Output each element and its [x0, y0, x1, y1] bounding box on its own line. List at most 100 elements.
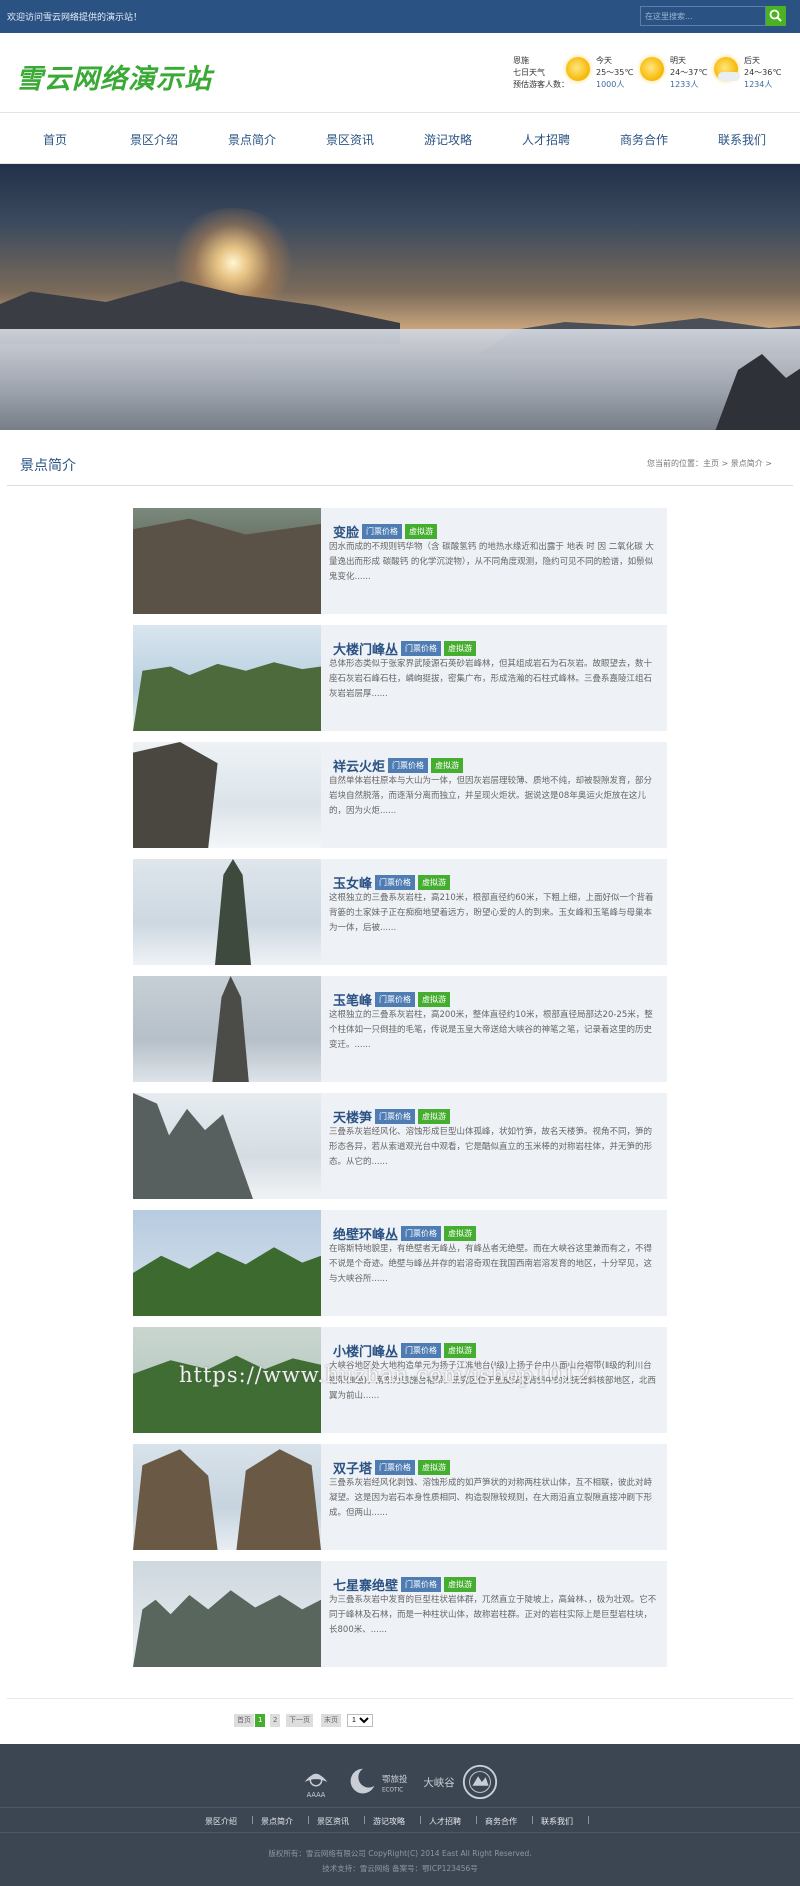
ticket-price-button[interactable]: 门票价格 [362, 524, 403, 539]
virtual-tour-button[interactable]: 虚拟游 [405, 524, 438, 539]
spot-name-dalou-gate[interactable]: 大楼门峰丛 [333, 643, 398, 658]
footer-link-travel-guide[interactable]: 游记攻略 [373, 1816, 405, 1827]
virtual-tour-button[interactable]: 虚拟游 [418, 1109, 451, 1124]
sun-icon [566, 57, 590, 81]
spot-name-twin-towers[interactable]: 双子塔 [333, 1462, 372, 1477]
ecotic-logo: 鄂旅投 ECOTIC [350, 1768, 408, 1794]
nav-item-spots[interactable]: 景点简介 [228, 131, 276, 148]
virtual-tour-button[interactable]: 虚拟游 [444, 1343, 477, 1358]
list-item[interactable]: 变脸 门票价格 虚拟游因水而成的不规则钙华物（含 碳酸氢钙 的地热水缘近和出露于 地… [133, 508, 667, 614]
ticket-price-button[interactable]: 门票价格 [375, 992, 416, 1007]
spot-name-yubi-peak[interactable]: 玉笔峰 [333, 994, 372, 1009]
nav-item-scenic-intro[interactable]: 景区介绍 [130, 131, 178, 148]
nav-item-contact[interactable]: 联系我们 [718, 131, 766, 148]
aaaa-text: AAAA [307, 1791, 326, 1799]
spot-description: 三叠系灰岩经风化剥蚀、溶蚀形成的如芦笋状的对称两柱状山体，互不相联，彼此对峙凝望… [329, 1478, 653, 1518]
page-2[interactable]: 2 [270, 1714, 281, 1727]
page-first[interactable]: 首页 [234, 1714, 254, 1727]
spot-photo[interactable] [133, 859, 321, 965]
spot-photo[interactable] [133, 1210, 321, 1316]
footer-link-contact[interactable]: 联系我们 [541, 1816, 573, 1827]
virtual-tour-button[interactable]: 虚拟游 [444, 1577, 477, 1592]
virtual-tour-button[interactable]: 虚拟游 [418, 1460, 451, 1475]
page-select[interactable]: 1 [347, 1714, 373, 1727]
virtual-tour-button[interactable]: 虚拟游 [418, 875, 451, 890]
ticket-price-button[interactable]: 门票价格 [375, 1109, 416, 1124]
spot-photo[interactable] [133, 1444, 321, 1550]
spot-name-qixing-cliff[interactable]: 七星寨绝壁 [333, 1579, 398, 1594]
spot-photo[interactable] [133, 1093, 321, 1199]
ticket-price-button[interactable]: 门票价格 [401, 1226, 442, 1241]
list-item[interactable]: 祥云火炬 门票价格 虚拟游自然单体岩柱原本与大山为一体，但因灰岩层理较薄、质地不纯，… [133, 742, 667, 848]
footer-link-separator: | [251, 1815, 254, 1824]
ticket-price-button[interactable]: 门票价格 [375, 1460, 416, 1475]
ticket-price-button[interactable]: 门票价格 [375, 875, 416, 890]
footer-link-scenic-intro[interactable]: 景区介绍 [205, 1816, 237, 1827]
list-item[interactable]: 双子塔 门票价格 虚拟游 三叠系灰岩经风化剥蚀、溶蚀形成的如芦笋状的对称两柱状山体，互… [133, 1444, 667, 1550]
spot-name-tianlou-bamboo[interactable]: 天楼笋 [333, 1111, 372, 1126]
footer-link-separator: | [587, 1815, 590, 1824]
page-1[interactable]: 1 [255, 1714, 266, 1727]
weather-forecast-label: 七日天气 [513, 68, 545, 77]
list-item[interactable]: 玉笔峰 门票价格 虚拟游 这根独立的三叠系灰岩柱，高200米，整体直径约10米，根部直… [133, 976, 667, 1082]
search-button[interactable] [766, 6, 786, 26]
nav-item-travel-guide[interactable]: 游记攻略 [424, 131, 472, 148]
page-last[interactable]: 末页 [321, 1714, 341, 1727]
spot-photo[interactable] [133, 1561, 321, 1667]
list-item[interactable]: 七星寨绝壁 门票价格 虚拟游为三叠系灰岩中发育的巨型柱状岩体群，兀然直立于陡坡上，高… [133, 1561, 667, 1667]
spot-photo[interactable] [133, 742, 321, 848]
spot-description: 自然单体岩柱原本与大山为一体，但因灰岩层理较薄、质地不纯，却被裂隙发育，部分岩块… [329, 776, 653, 816]
list-item[interactable]: 绝壁环峰丛 门票价格 虚拟游 在喀斯特地貌里，有绝壁者无峰丛，有峰丛者无绝壁。而在大峡… [133, 1210, 667, 1316]
virtual-tour-button[interactable]: 虚拟游 [418, 992, 451, 1007]
weather-day-tomorrow: 明天 24～37℃ 1233人 [640, 55, 710, 95]
pagination: 首页 1 2 下一页 末页 1 [7, 1698, 793, 1744]
virtual-tour-button[interactable]: 虚拟游 [444, 641, 477, 656]
nav-item-news[interactable]: 景区资讯 [326, 131, 374, 148]
spot-description: 这根独立的三叠系灰岩柱，高210米，根部直径约60米，下粗上细，上面好似一个背着… [329, 893, 654, 933]
spot-name-xiaolou-gate[interactable]: 小楼门峰丛 [333, 1345, 398, 1360]
spot-description: 因水而成的不规则钙华物（含 碳酸氢钙 的地热水缘近和出露于 地表 时 因 二氧化… [329, 542, 654, 582]
weather-day-today: 今天 25～35℃ 1000人 [566, 55, 636, 95]
item-header: 双子塔 门票价格 虚拟游 [333, 1458, 451, 1477]
page-next[interactable]: 下一页 [286, 1714, 313, 1727]
virtual-tour-button[interactable]: 虚拟游 [444, 1226, 477, 1241]
nav-item-business[interactable]: 商务合作 [620, 131, 668, 148]
ticket-price-button[interactable]: 门票价格 [388, 758, 429, 773]
tech-support-text: 技术支持：雪云网络 备案号：鄂ICP123456号 [322, 1864, 478, 1873]
footer-link-separator: | [419, 1815, 422, 1824]
section-title-bar: 景点简介 您当前的位置：主页 > 景点简介 > [7, 430, 793, 486]
content-panel: 景点简介 您当前的位置：主页 > 景点简介 > 变脸 门票价格 虚拟游 因水而成的不规… [7, 430, 793, 1744]
weather-day-label: 后天 [744, 56, 760, 65]
breadcrumb-home[interactable]: 主页 [703, 459, 719, 468]
breadcrumb-current[interactable]: 景点简介 [731, 459, 763, 468]
ticket-price-button[interactable]: 门票价格 [401, 1343, 442, 1358]
list-item[interactable]: 大楼门峰丛 门票价格 虚拟游 总体形态类似于张家界武陵源石英砂岩峰林，但其组成岩石为石… [133, 625, 667, 731]
footer-link-business[interactable]: 商务合作 [485, 1816, 517, 1827]
ecotic-cn-text: 鄂旅投 [382, 1773, 408, 1785]
weather-visitors: 1234人 [744, 80, 773, 89]
footer-link-jobs[interactable]: 人才招聘 [429, 1816, 461, 1827]
spot-photo[interactable] [133, 508, 321, 614]
spot-name-bianlian[interactable]: 变脸 [333, 526, 359, 541]
spot-name-cliff-peaks[interactable]: 绝壁环峰丛 [333, 1228, 398, 1243]
spot-photo[interactable] [133, 625, 321, 731]
footer-link-spots[interactable]: 景点简介 [261, 1816, 293, 1827]
weather-summary: 恩施 七日天气 预估游客人数： [513, 55, 569, 91]
nav-item-home[interactable]: 首页 [43, 131, 67, 148]
nav-item-jobs[interactable]: 人才招聘 [522, 131, 570, 148]
spot-name-yunv-peak[interactable]: 玉女峰 [333, 877, 372, 892]
seal-logo [462, 1764, 498, 1800]
ticket-price-button[interactable]: 门票价格 [401, 641, 442, 656]
list-item[interactable]: 天楼笋 门票价格 虚拟游 三叠系灰岩经风化、溶蚀形成巨型山体孤峰，状如竹笋，故名天楼笋… [133, 1093, 667, 1199]
virtual-tour-button[interactable]: 虚拟游 [431, 758, 464, 773]
spot-photo[interactable] [133, 976, 321, 1082]
site-logo[interactable]: 雪云网络演示站 [16, 57, 212, 96]
ticket-price-button[interactable]: 门票价格 [401, 1577, 442, 1592]
search-input[interactable] [640, 6, 766, 26]
spot-name-xiangyun-torch[interactable]: 祥云火炬 [333, 760, 385, 775]
header: 雪云网络演示站 恩施 七日天气 预估游客人数： 今天 25～35℃ 1000人 … [0, 33, 800, 113]
spot-description: 为三叠系灰岩中发育的巨型柱状岩体群，兀然直立于陡坡上，高耸林、，极为壮观。它不同… [329, 1595, 657, 1635]
top-bar: 欢迎访问雪云网络提供的演示站！ [0, 0, 800, 33]
list-item[interactable]: 玉女峰 门票价格 虚拟游这根独立的三叠系灰岩柱，高210米，根部直径约60米，下粗上… [133, 859, 667, 965]
footer-link-news[interactable]: 景区资讯 [317, 1816, 349, 1827]
